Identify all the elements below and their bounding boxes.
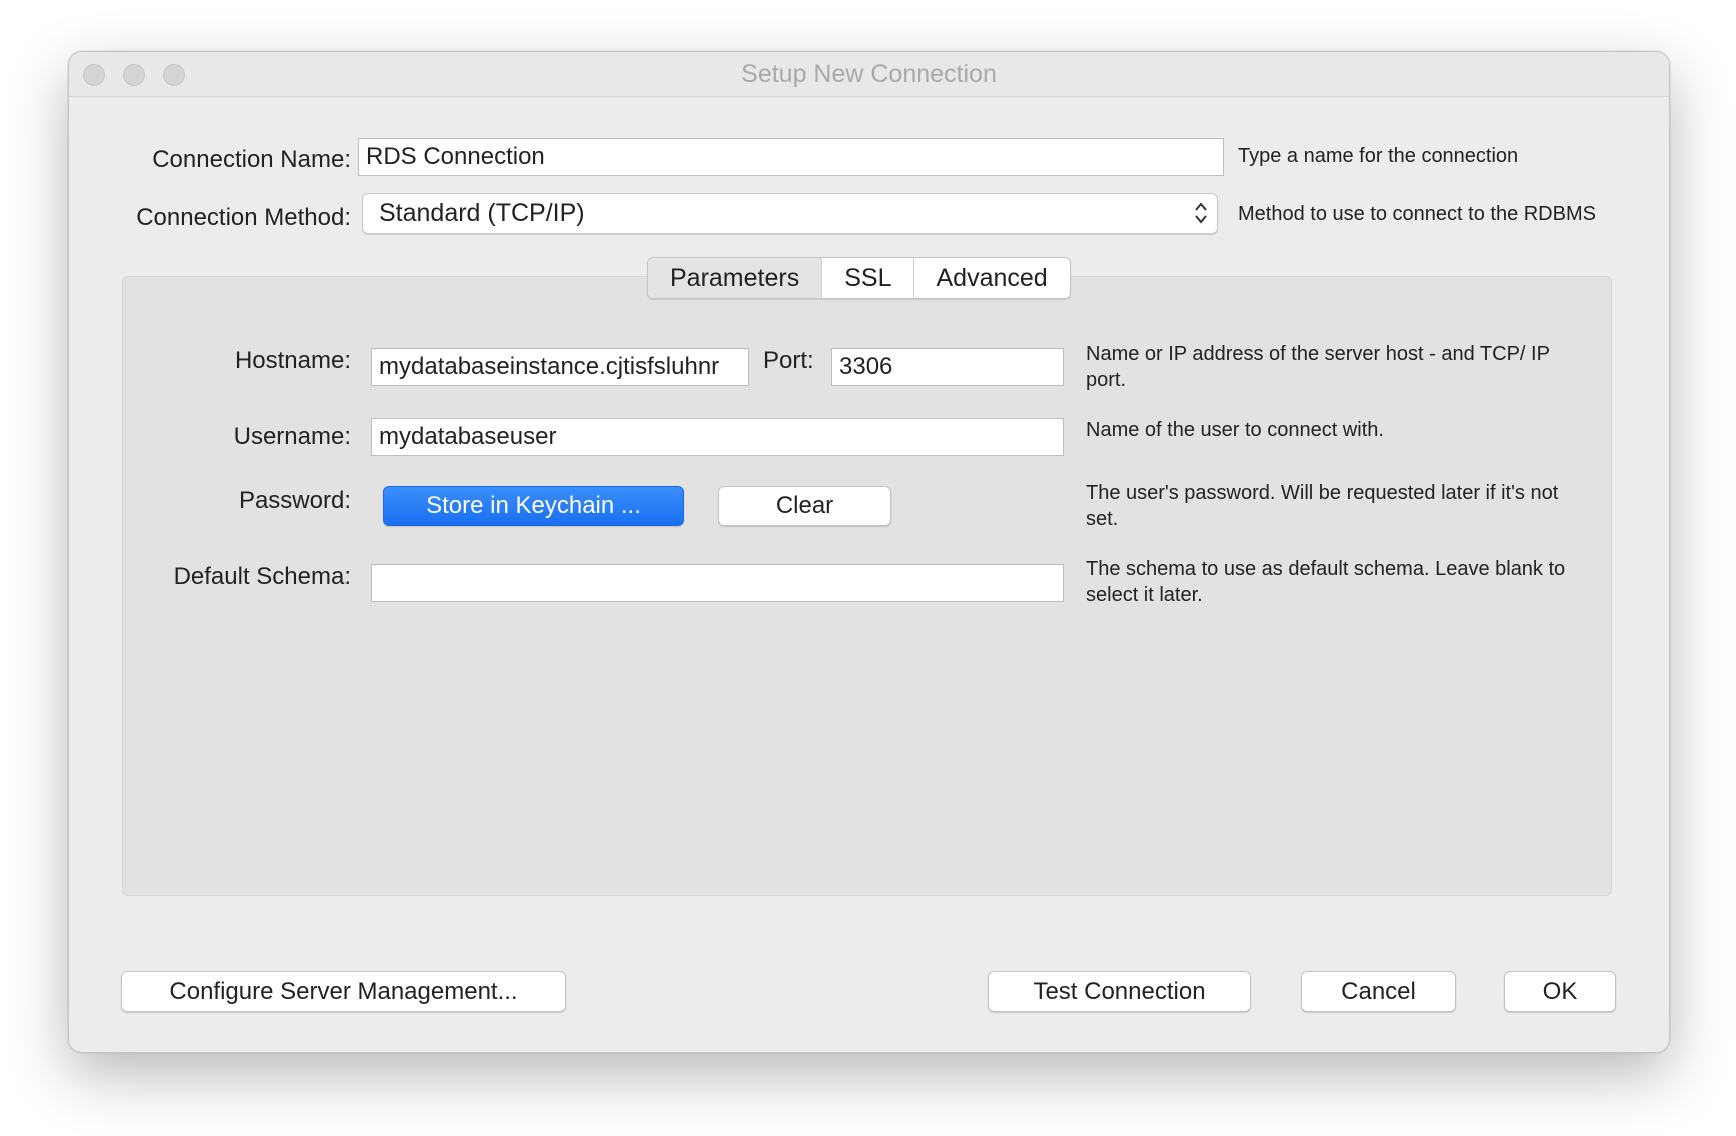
username-input[interactable]: mydatabaseuser <box>371 418 1064 456</box>
default-schema-label: Default Schema: <box>173 563 351 590</box>
connection-name-label: Connection Name: <box>152 146 351 173</box>
store-in-keychain-button[interactable]: Store in Keychain ... <box>383 486 684 526</box>
port-label: Port: <box>763 347 814 374</box>
connection-name-hint: Type a name for the connection <box>1238 145 1519 167</box>
password-hint: The user's password. Will be requested l… <box>1086 482 1559 530</box>
test-connection-button[interactable]: Test Connection <box>988 971 1251 1012</box>
default-schema-input[interactable] <box>371 564 1064 602</box>
configure-server-management-button[interactable]: Configure Server Management... <box>121 971 566 1012</box>
tab-bar: Parameters SSL Advanced <box>647 257 1071 299</box>
connection-method-value: Standard (TCP/IP) <box>379 199 585 227</box>
select-arrows-icon <box>1195 202 1207 224</box>
ok-button[interactable]: OK <box>1504 971 1616 1012</box>
connection-name-input[interactable]: RDS Connection <box>358 138 1224 176</box>
connection-method-select[interactable]: Standard (TCP/IP) <box>362 193 1218 234</box>
connection-method-label: Connection Method: <box>136 204 351 231</box>
default-schema-hint: The schema to use as default schema. Lea… <box>1086 558 1566 606</box>
window-title: Setup New Connection <box>741 60 997 88</box>
hostname-label: Hostname: <box>234 347 351 374</box>
username-hint: Name of the user to connect with. <box>1086 419 1384 441</box>
username-label: Username: <box>233 423 351 450</box>
password-label: Password: <box>238 487 351 514</box>
clear-password-button[interactable]: Clear <box>718 486 891 526</box>
tab-ssl[interactable]: SSL <box>821 258 913 298</box>
port-input[interactable]: 3306 <box>831 348 1064 386</box>
cancel-button[interactable]: Cancel <box>1301 971 1456 1012</box>
hostname-hint: Name or IP address of the server host - … <box>1086 343 1550 391</box>
title-bar: Setup New Connection <box>69 52 1669 97</box>
tab-advanced[interactable]: Advanced <box>913 258 1069 298</box>
tab-parameters[interactable]: Parameters <box>648 258 822 298</box>
connection-method-hint: Method to use to connect to the RDBMS <box>1238 203 1596 225</box>
hostname-input[interactable]: mydatabaseinstance.cjtisfsluhnr <box>371 348 749 386</box>
setup-connection-window: Setup New Connection Connection Name: RD… <box>68 51 1670 1053</box>
